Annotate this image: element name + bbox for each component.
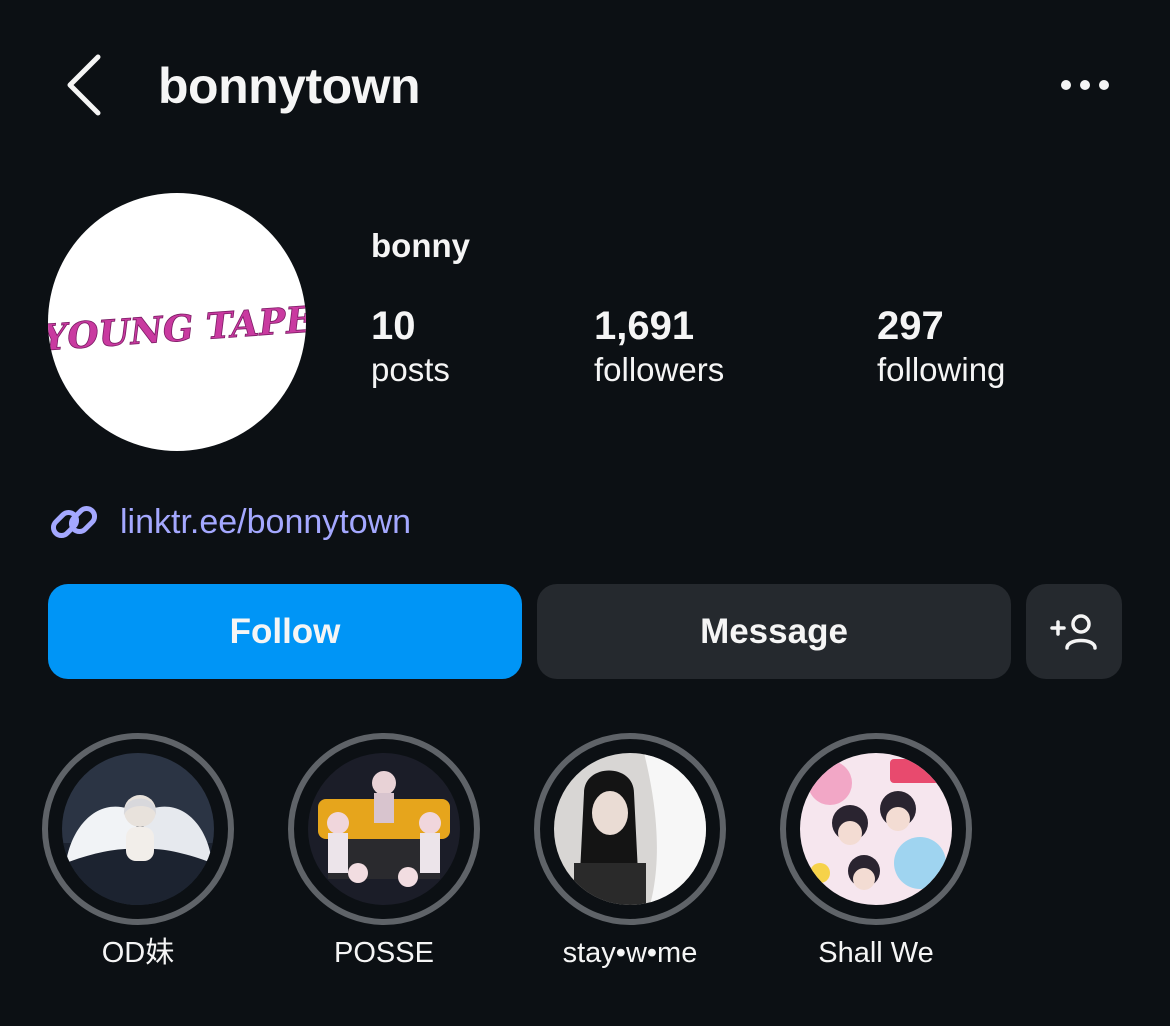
highlight-thumbnail [800, 753, 952, 905]
highlight-item[interactable]: POSSE [288, 733, 480, 969]
chevron-left-icon [67, 54, 101, 116]
highlight-label: Shall We [818, 937, 934, 969]
stat-label: following [877, 351, 1006, 388]
stat-value: 10 [371, 304, 416, 348]
stat-value: 297 [877, 304, 944, 348]
highlight-ring [780, 733, 972, 925]
follow-button[interactable]: Follow [48, 584, 522, 679]
highlight-item[interactable]: stay•w•me [534, 733, 726, 969]
profile-link[interactable]: linktr.ee/bonnytown [48, 492, 411, 552]
link-icon [50, 505, 98, 539]
avatar[interactable]: *YOUNG TAPE* [48, 193, 306, 451]
highlight-label: POSSE [334, 937, 434, 969]
page-title: bonnytown [158, 58, 421, 114]
highlight-thumbnail [62, 753, 214, 905]
young-tape-logo: *YOUNG TAPE* [48, 297, 306, 361]
stat-value: 1,691 [594, 304, 695, 348]
add-user-button[interactable] [1026, 584, 1122, 679]
stat-followers[interactable]: 1,691 followers [594, 303, 724, 391]
stat-following[interactable]: 297 following [877, 303, 1005, 391]
highlight-thumbnail [308, 753, 460, 905]
more-options-button[interactable] [1055, 60, 1115, 110]
highlight-label: stay•w•me [562, 937, 698, 969]
stat-label: posts [371, 351, 450, 388]
svg-text:*YOUNG TAPE*: *YOUNG TAPE* [48, 297, 306, 361]
stat-posts[interactable]: 10 posts [371, 303, 450, 391]
stat-label: followers [594, 351, 725, 388]
link-text: linktr.ee/bonnytown [120, 503, 412, 541]
add-person-icon [1050, 613, 1097, 650]
back-button[interactable] [58, 50, 110, 120]
display-name: bonny [371, 227, 470, 264]
highlight-ring [534, 733, 726, 925]
highlight-item[interactable]: OD妹 [42, 733, 234, 969]
highlight-ring [288, 733, 480, 925]
message-button[interactable]: Message [537, 584, 1011, 679]
profile-header: bonnytown [0, 0, 1170, 170]
highlight-label: OD妹 [101, 937, 175, 969]
highlight-thumbnail [554, 753, 706, 905]
highlight-item[interactable]: Shall We [780, 733, 972, 969]
more-horizontal-icon [1061, 80, 1109, 90]
highlight-ring [42, 733, 234, 925]
